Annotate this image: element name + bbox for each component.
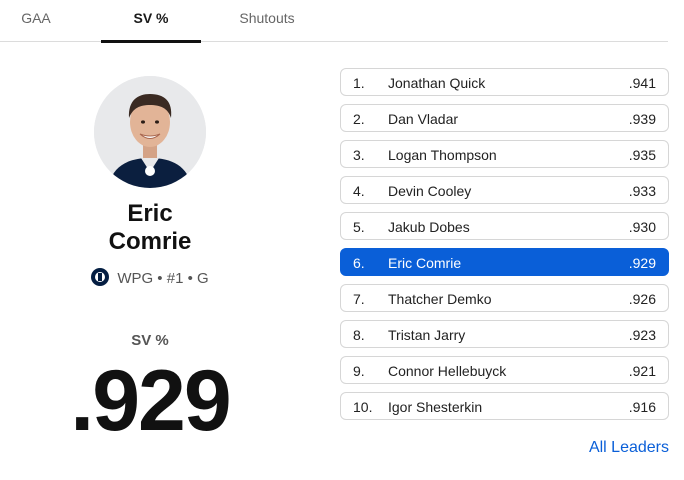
- stat-value: .929: [70, 353, 231, 449]
- leader-row-selected[interactable]: 6. Eric Comrie .929: [340, 248, 669, 276]
- leader-value: .921: [628, 363, 656, 379]
- leader-value: .916: [628, 399, 656, 415]
- leader-rank: 10.: [353, 399, 373, 415]
- tab-sv-percent[interactable]: SV %: [101, 0, 201, 43]
- player-meta: WPG • #1 • G: [0, 268, 300, 287]
- leader-name: Tristan Jarry: [388, 327, 466, 343]
- leader-rank: 7.: [353, 291, 365, 307]
- leader-rank: 8.: [353, 327, 365, 343]
- leader-name: Devin Cooley: [388, 183, 472, 199]
- leader-row[interactable]: 8. Tristan Jarry .923: [340, 320, 669, 348]
- leader-rank: 6.: [353, 255, 365, 271]
- leader-rank: 9.: [353, 363, 365, 379]
- leader-row[interactable]: 1. Jonathan Quick .941: [340, 68, 669, 96]
- leader-name: Connor Hellebuyck: [388, 363, 507, 379]
- leader-value: .939: [628, 111, 656, 127]
- tab-gaa[interactable]: GAA: [0, 0, 72, 42]
- all-leaders-link[interactable]: All Leaders: [589, 439, 669, 457]
- leader-value: .941: [628, 75, 656, 91]
- leader-rank: 1.: [353, 75, 365, 91]
- leader-row[interactable]: 3. Logan Thompson .935: [340, 140, 669, 168]
- leader-name: Jakub Dobes: [388, 219, 470, 235]
- leader-value: .929: [628, 255, 656, 271]
- leaders-list: 1. Jonathan Quick .941 2. Dan Vladar .93…: [340, 68, 669, 428]
- leader-name: Thatcher Demko: [388, 291, 492, 307]
- leader-rank: 3.: [353, 147, 365, 163]
- leader-value: .933: [628, 183, 656, 199]
- player-headshot-icon: [94, 76, 206, 188]
- leader-value: .923: [628, 327, 656, 343]
- jets-logo-icon: [91, 268, 110, 286]
- leader-rank: 4.: [353, 183, 365, 199]
- leader-row[interactable]: 5. Jakub Dobes .930: [340, 212, 669, 240]
- player-first-name[interactable]: Eric: [0, 200, 300, 228]
- player-last-name[interactable]: Comrie: [0, 228, 300, 256]
- player-meta-text: WPG • #1 • G: [117, 270, 209, 287]
- leader-name: Logan Thompson: [388, 147, 497, 163]
- tab-shutouts[interactable]: Shutouts: [222, 0, 312, 42]
- leader-row[interactable]: 7. Thatcher Demko .926: [340, 284, 669, 312]
- leader-value: .930: [628, 219, 656, 235]
- leader-rank: 5.: [353, 219, 365, 235]
- stat-tabs: GAA SV % Shutouts: [0, 0, 668, 43]
- leader-name: Jonathan Quick: [388, 75, 486, 91]
- leader-row[interactable]: 2. Dan Vladar .939: [340, 104, 669, 132]
- avatar[interactable]: [94, 76, 206, 188]
- featured-player-panel: Eric Comrie WPG • #1 • G SV % .929: [0, 42, 300, 480]
- leader-rank: 2.: [353, 111, 365, 127]
- leader-name: Eric Comrie: [388, 255, 462, 271]
- leader-value: .935: [628, 147, 656, 163]
- leader-name: Igor Shesterkin: [388, 399, 483, 415]
- leader-row[interactable]: 9. Connor Hellebuyck .921: [340, 356, 669, 384]
- leader-name: Dan Vladar: [388, 111, 459, 127]
- leader-row[interactable]: 4. Devin Cooley .933: [340, 176, 669, 204]
- leader-row[interactable]: 10. Igor Shesterkin .916: [340, 392, 669, 420]
- leader-value: .926: [628, 291, 656, 307]
